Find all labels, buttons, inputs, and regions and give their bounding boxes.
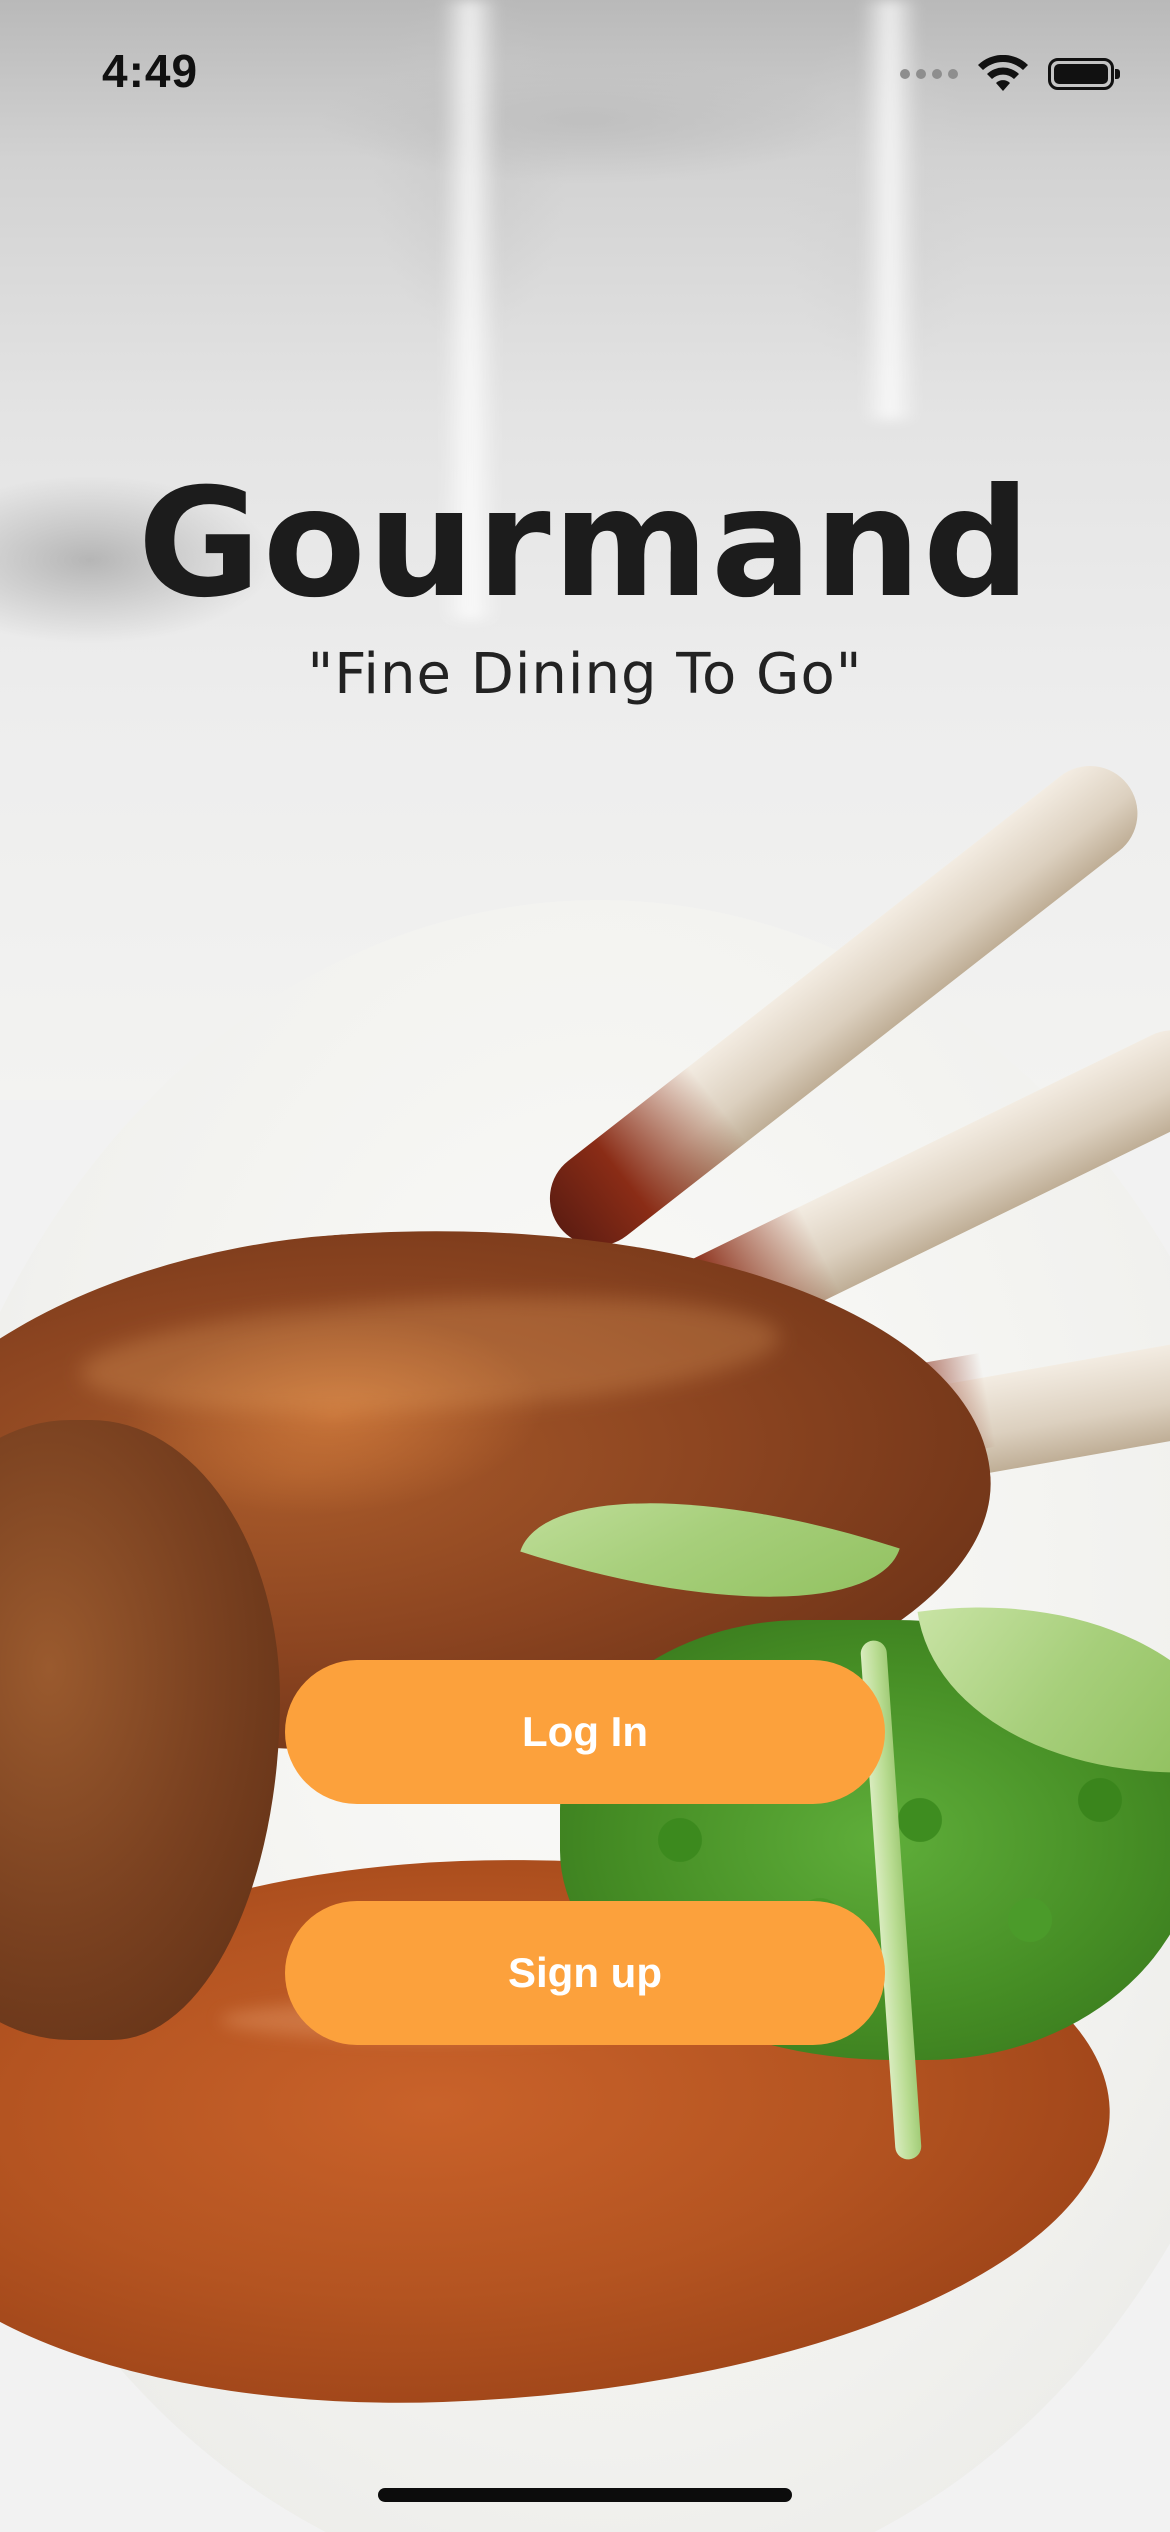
status-bar: 4:49: [0, 0, 1170, 140]
signup-button-label: Sign up: [508, 1949, 662, 1996]
wifi-icon: [978, 55, 1028, 91]
signup-button[interactable]: Sign up: [285, 1901, 885, 2045]
login-button[interactable]: Log In: [285, 1660, 885, 1804]
login-button-label: Log In: [522, 1708, 648, 1755]
battery-icon: [1048, 58, 1120, 90]
home-indicator[interactable]: [378, 2488, 792, 2502]
signal-dots-icon: [900, 69, 958, 79]
app-title: Gourmand: [137, 457, 1033, 631]
status-icons: [900, 52, 1120, 96]
app-tagline: "Fine Dining To Go": [307, 642, 863, 707]
background-food-photo: [0, 0, 1170, 2532]
status-time: 4:49: [102, 45, 199, 97]
